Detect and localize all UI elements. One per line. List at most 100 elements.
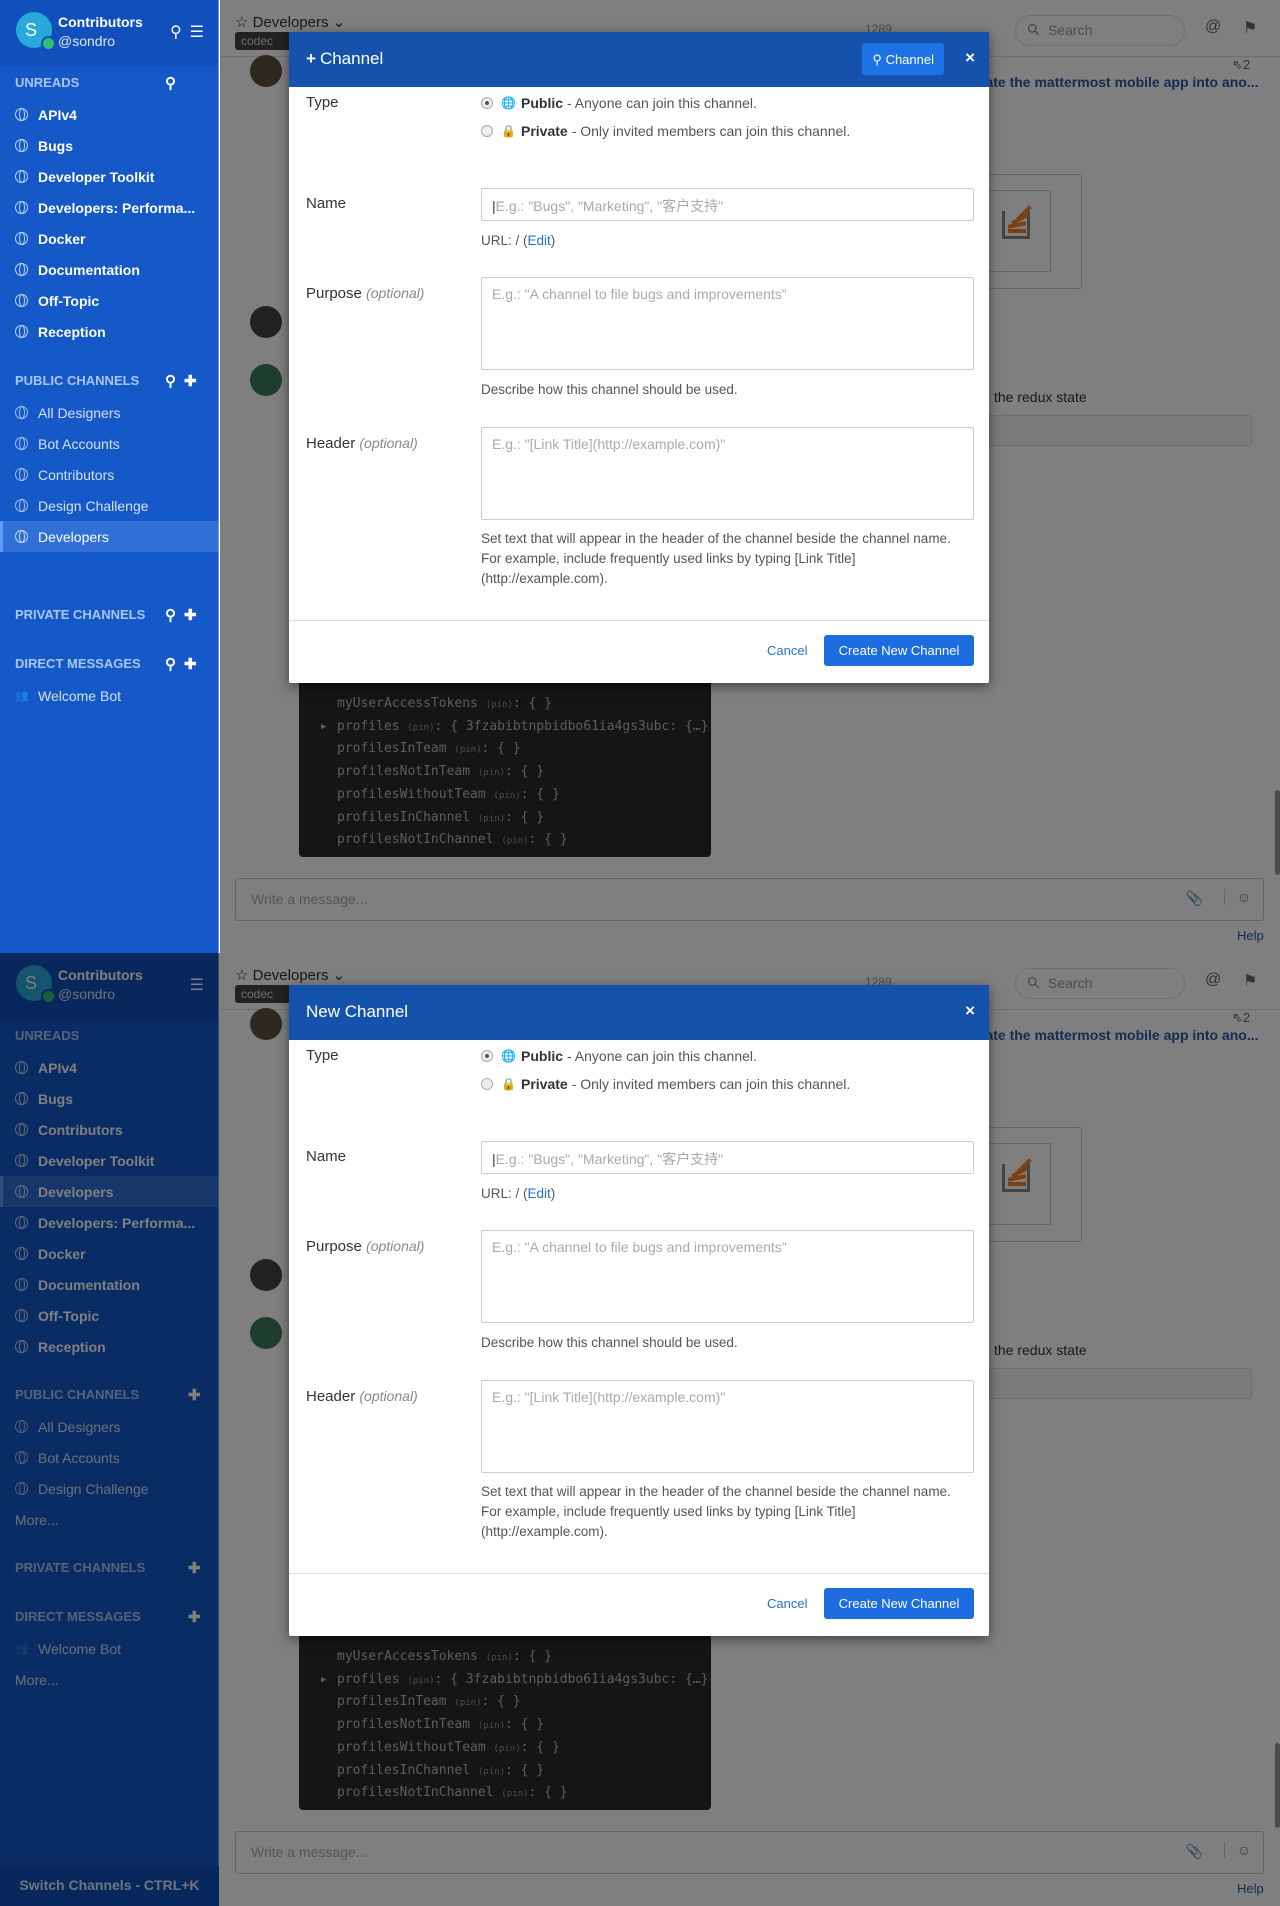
dialog-title: + Channel <box>306 49 383 69</box>
app-screen: S Contributors @sondro ⚲ ☰ UNREADS ⚲ APIv4 Bugs D… <box>0 0 1280 953</box>
globe-icon <box>15 499 28 512</box>
sidebar-item-reception[interactable]: Reception <box>0 316 218 347</box>
section-title: PRIVATE CHANNELS <box>15 607 146 622</box>
edit-url-link[interactable]: Edit <box>528 233 551 248</box>
create-channel-button[interactable]: Create New Channel <box>824 635 974 666</box>
cancel-button[interactable]: Cancel <box>767 643 807 658</box>
online-status-icon <box>41 36 56 51</box>
search-icon[interactable]: ⚲ <box>170 22 182 42</box>
purpose-textarea[interactable]: E.g.: "A channel to file bugs and improv… <box>481 1230 974 1323</box>
header-label-text: Header <box>306 435 356 452</box>
section-title: PUBLIC CHANNELS <box>15 373 140 388</box>
globe-icon <box>15 232 28 245</box>
sidebar-item-design-challenge[interactable]: Design Challenge <box>0 490 218 521</box>
globe-icon: 🌐 <box>501 1049 516 1063</box>
plus-icon: + <box>306 49 316 68</box>
globe-icon <box>15 201 28 214</box>
sidebar-item-label: Design Challenge <box>38 497 149 514</box>
name-input[interactable]: |E.g.: "Bugs", "Marketing", "客户支持" <box>481 1141 974 1174</box>
close-icon[interactable]: × <box>965 48 975 68</box>
purpose-help: Describe how this channel should be used… <box>481 1335 738 1350</box>
optional-hint: (optional) <box>366 1238 425 1254</box>
optional-hint: (optional) <box>359 1388 418 1404</box>
button-label: Channel <box>885 52 934 67</box>
browse-channels-button[interactable]: ⚲ Channel <box>862 43 944 75</box>
public-radio[interactable]: 🌐 Public - Anyone can join this channel. <box>481 95 757 111</box>
globe-icon <box>15 437 28 450</box>
radio-button-checked[interactable] <box>481 1050 493 1062</box>
section-title: DIRECT MESSAGES <box>15 656 141 671</box>
avatar-letter: S <box>25 20 38 40</box>
sidebar-item-contributors[interactable]: Contributors <box>0 459 218 490</box>
avatar[interactable]: S <box>16 12 56 51</box>
cancel-button[interactable]: Cancel <box>767 1596 807 1611</box>
private-radio[interactable]: 🔒 Private - Only invited members can join … <box>481 123 850 139</box>
lock-icon: 🔒 <box>501 1077 516 1091</box>
name-label: Name <box>306 195 347 212</box>
bot-icon: 👥 <box>15 690 29 702</box>
sidebar-header[interactable]: S Contributors @sondro ⚲ ☰ <box>0 0 218 66</box>
dialog-title-text: New Channel <box>306 1002 409 1021</box>
public-desc: - Anyone can join this channel. <box>567 1048 757 1064</box>
name-input[interactable]: |E.g.: "Bugs", "Marketing", "客户支持" <box>481 188 974 221</box>
radio-button[interactable] <box>481 125 493 137</box>
globe-icon <box>15 530 28 543</box>
screenshot-root: S Contributors @sondro ⚲ ☰ UNREADS ⚲ APIv4 Bugs D… <box>0 0 1280 1906</box>
sidebar-item-docker[interactable]: Docker <box>0 223 218 254</box>
search-icon[interactable]: ⚲ <box>165 372 176 390</box>
close-icon[interactable]: × <box>965 1001 975 1021</box>
sidebar-section-private-channels: PRIVATE CHANNELS ⚲ ✚ <box>0 598 218 631</box>
header-label-text: Header <box>306 1388 356 1405</box>
new-channel-dialog: + Channel ⚲ Channel × Type 🌐 Public - Anyone ca… <box>289 32 989 683</box>
dialog-footer-divider <box>289 1573 989 1574</box>
search-icon[interactable]: ⚲ <box>165 655 176 673</box>
url-suffix: ) <box>550 1186 556 1201</box>
sidebar-item-all-designers[interactable]: All Designers <box>0 397 218 428</box>
sidebar-item-developers[interactable]: Developers <box>0 521 218 552</box>
globe-icon <box>15 468 28 481</box>
plus-icon[interactable]: ✚ <box>184 655 197 673</box>
lock-icon: 🔒 <box>501 124 516 138</box>
radio-button[interactable] <box>481 1078 493 1090</box>
sidebar-item-bot-accounts[interactable]: Bot Accounts <box>0 428 218 459</box>
sidebar-item-label: Docker <box>38 230 86 247</box>
sidebar-section-public-channels: PUBLIC CHANNELS ⚲ ✚ All Designers Bot Accoun… <box>0 364 218 552</box>
sidebar-item-developer-toolkit[interactable]: Developer Toolkit <box>0 161 218 192</box>
sidebar-item-bugs[interactable]: Bugs <box>0 130 218 161</box>
sidebar: S Contributors @sondro ⚲ ☰ UNREADS ⚲ APIv4 Bugs D… <box>0 0 219 953</box>
name-label: Name <box>306 1148 347 1165</box>
globe-icon <box>15 170 28 183</box>
hamburger-menu-icon[interactable]: ☰ <box>190 22 204 42</box>
sidebar-item-off-topic[interactable]: Off-Topic <box>0 285 218 316</box>
globe-icon <box>15 325 28 338</box>
search-icon[interactable]: ⚲ <box>165 74 176 92</box>
type-label: Type <box>306 1047 339 1064</box>
radio-button-checked[interactable] <box>481 97 493 109</box>
plus-icon[interactable]: ✚ <box>184 372 197 390</box>
sidebar-item-welcome-bot[interactable]: 👥 Welcome Bot <box>0 680 218 711</box>
search-icon[interactable]: ⚲ <box>165 606 176 624</box>
header-textarea[interactable]: E.g.: "[Link Title](http://example.com)" <box>481 427 974 520</box>
header-textarea[interactable]: E.g.: "[Link Title](http://example.com)" <box>481 1380 974 1473</box>
public-radio[interactable]: 🌐 Public - Anyone can join this channel. <box>481 1048 757 1064</box>
globe-icon <box>15 406 28 419</box>
url-suffix: ) <box>550 233 556 248</box>
create-channel-button[interactable]: Create New Channel <box>824 1588 974 1619</box>
private-desc: - Only invited members can join this cha… <box>571 123 851 139</box>
private-radio[interactable]: 🔒 Private - Only invited members can join … <box>481 1076 850 1092</box>
edit-url-link[interactable]: Edit <box>528 1186 551 1201</box>
purpose-textarea[interactable]: E.g.: "A channel to file bugs and improv… <box>481 277 974 370</box>
purpose-label: Purpose (optional) <box>306 285 424 302</box>
sidebar-item-label: Off-Topic <box>38 292 100 309</box>
sidebar-item-apiv4[interactable]: APIv4 <box>0 99 218 130</box>
header-label: Header (optional) <box>306 435 418 452</box>
sidebar-item-documentation[interactable]: Documentation <box>0 254 218 285</box>
sidebar-item-label: All Designers <box>38 404 121 421</box>
sidebar-item-label: Developer Toolkit <box>38 168 155 185</box>
url-prefix: URL: / ( <box>481 1186 528 1201</box>
globe-icon <box>15 108 28 121</box>
plus-icon[interactable]: ✚ <box>184 606 197 624</box>
sidebar-item-developers-performa[interactable]: Developers: Performa... <box>0 192 218 223</box>
sidebar-item-label: Welcome Bot <box>38 687 121 704</box>
dialog-header: + Channel ⚲ Channel × <box>289 32 989 87</box>
